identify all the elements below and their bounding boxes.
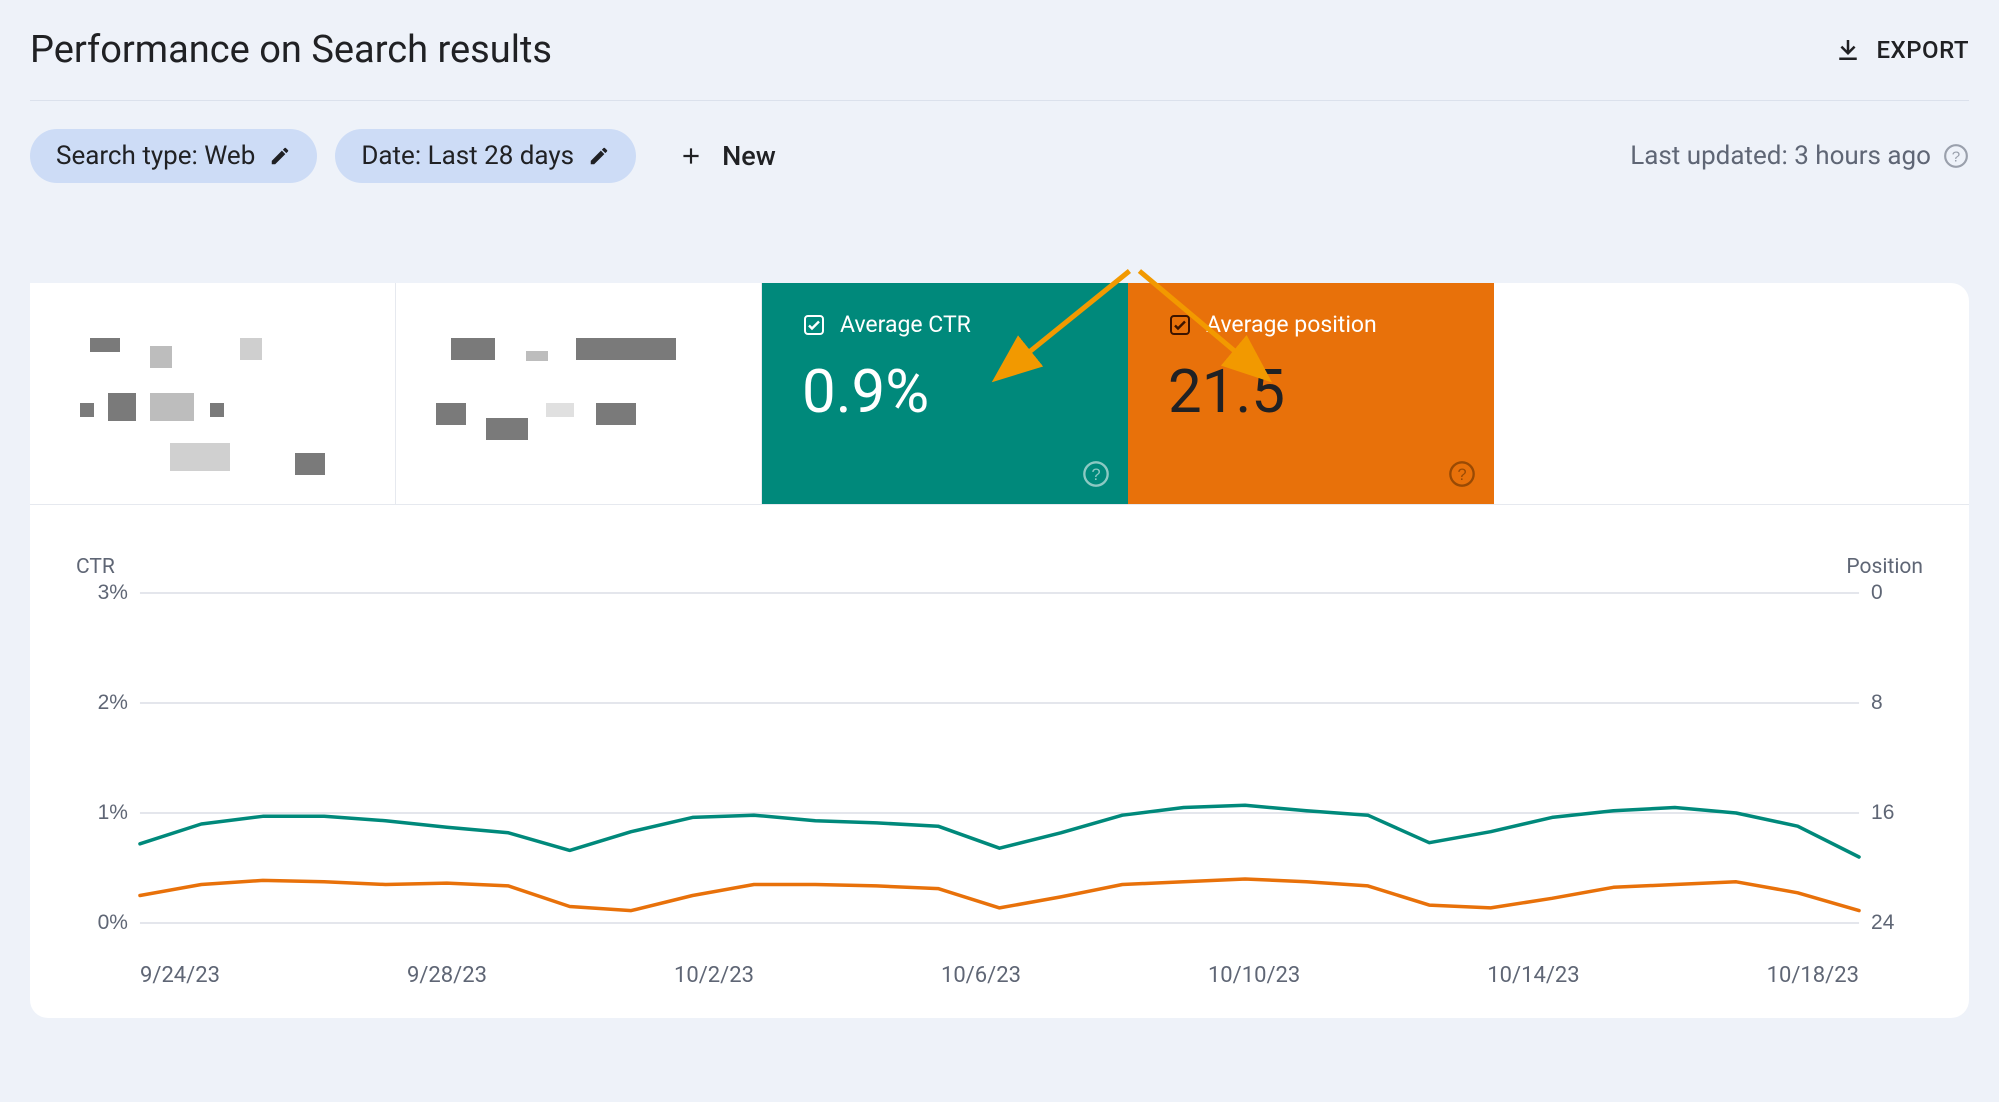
metric-tile-avg-ctr[interactable]: Average CTR 0.9% ? (762, 283, 1128, 504)
x-tick: 9/24/23 (140, 963, 220, 988)
metric-tile-avg-position[interactable]: Average position 21.5 ? (1128, 283, 1494, 504)
tile-value-position: 21.5 (1168, 356, 1468, 427)
svg-text:0%: 0% (98, 911, 128, 934)
add-filter-button[interactable]: New (678, 140, 776, 172)
pencil-icon (588, 145, 610, 167)
plus-icon (678, 143, 704, 169)
export-button[interactable]: EXPORT (1833, 35, 1970, 65)
download-icon (1833, 35, 1863, 65)
last-updated-text: Last updated: 3 hours ago ? (1630, 141, 1969, 171)
help-icon[interactable]: ? (1082, 460, 1110, 488)
x-tick: 10/2/23 (674, 963, 754, 988)
metric-tile-redacted-2[interactable] (396, 283, 762, 504)
filter-chip-date-range[interactable]: Date: Last 28 days (335, 129, 636, 183)
chip-label: Search type: Web (56, 141, 255, 171)
checkbox-checked-icon (802, 313, 826, 337)
help-icon[interactable]: ? (1943, 143, 1969, 169)
x-tick: 10/18/23 (1767, 963, 1859, 988)
svg-text:8: 8 (1871, 691, 1883, 714)
svg-text:3%: 3% (98, 583, 128, 604)
metric-tiles-row: Average CTR 0.9% ? Average position 21.5… (30, 283, 1969, 505)
y-axis-right-label: Position (1846, 555, 1923, 579)
svg-text:16: 16 (1871, 801, 1894, 824)
line-chart-svg: 3% 0 2% 8 1% 16 0% 24 (70, 583, 1929, 953)
x-tick: 10/14/23 (1487, 963, 1579, 988)
metric-tile-redacted-1[interactable] (30, 283, 396, 504)
help-icon[interactable]: ? (1448, 460, 1476, 488)
x-tick: 9/28/23 (407, 963, 487, 988)
page-title: Performance on Search results (30, 28, 552, 72)
y-axis-left-label: CTR (76, 555, 115, 579)
svg-text:2%: 2% (98, 691, 128, 714)
performance-card: Average CTR 0.9% ? Average position 21.5… (30, 283, 1969, 1018)
filter-chip-search-type[interactable]: Search type: Web (30, 129, 317, 183)
svg-text:?: ? (1952, 148, 1960, 165)
tile-value-ctr: 0.9% (802, 356, 1102, 427)
svg-text:24: 24 (1871, 911, 1895, 934)
pencil-icon (269, 145, 291, 167)
add-new-label: New (722, 140, 776, 172)
x-tick: 10/10/23 (1208, 963, 1300, 988)
tile-label: Average CTR (840, 311, 971, 338)
chip-label: Date: Last 28 days (361, 141, 574, 171)
svg-text:?: ? (1091, 466, 1100, 484)
svg-text:1%: 1% (98, 801, 128, 824)
x-tick: 10/6/23 (941, 963, 1021, 988)
tile-label: Average position (1206, 311, 1377, 338)
performance-chart: CTR Position 3% 0 2% 8 1% 16 0% 24 9/24/23 9/28/… (30, 505, 1969, 988)
export-label: EXPORT (1877, 36, 1970, 64)
svg-text:?: ? (1457, 466, 1466, 484)
checkbox-checked-icon (1168, 313, 1192, 337)
x-axis-ticks: 9/24/23 9/28/23 10/2/23 10/6/23 10/10/23 10/1… (70, 953, 1929, 988)
svg-text:0: 0 (1871, 583, 1883, 604)
